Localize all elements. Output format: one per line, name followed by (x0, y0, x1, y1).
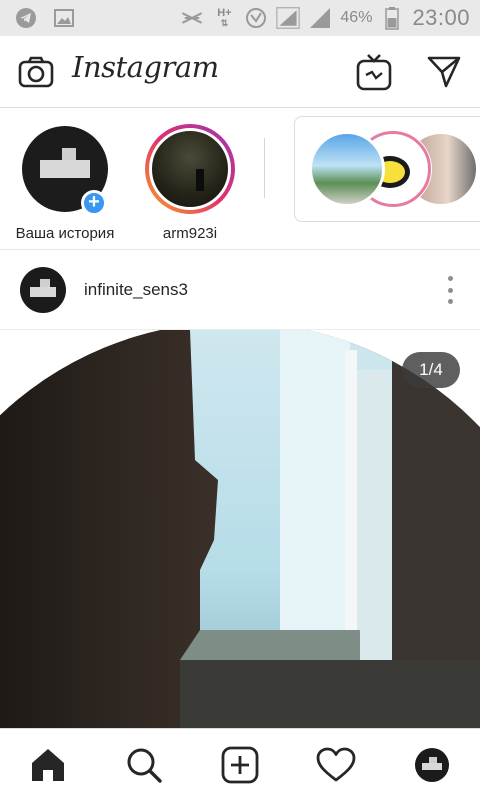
signal-icon (308, 6, 332, 30)
brand-logo: Instagram (72, 50, 219, 84)
igtv-icon[interactable] (352, 50, 396, 94)
story-label: Ваша история (15, 225, 115, 242)
battery-icon (380, 6, 404, 30)
bottom-navigation (0, 728, 480, 800)
add-post-icon[interactable] (218, 743, 262, 787)
story-arm923i[interactable]: arm923i (140, 124, 240, 242)
stories-divider (264, 138, 265, 198)
network-label: H+ (217, 7, 232, 19)
suggested-stories-card[interactable] (294, 116, 480, 222)
gallery-icon (52, 6, 76, 30)
stories-tray: + Ваша история arm923i (0, 108, 480, 250)
carousel-counter: 1/4 (402, 352, 460, 388)
more-options-icon[interactable] (444, 276, 456, 304)
camera-icon[interactable] (14, 50, 58, 94)
profile-avatar-icon[interactable] (410, 743, 454, 787)
story-your-story[interactable]: + Ваша история (15, 124, 115, 242)
post-photo[interactable]: 1/4 (0, 330, 480, 728)
story-avatar (309, 131, 385, 207)
mute-icon (180, 6, 204, 30)
status-bar: H+ ⇅ 46% 23:00 (0, 0, 480, 36)
signal-icon (276, 6, 301, 30)
add-story-icon[interactable]: + (81, 190, 107, 216)
telegram-icon (14, 6, 38, 30)
post-header: infinite_sens3 (0, 250, 480, 330)
post-author-username[interactable]: infinite_sens3 (84, 280, 188, 300)
vpn-icon (244, 6, 268, 30)
battery-percent: 46% (340, 9, 373, 26)
network-h-plus-icon: H+ ⇅ (217, 7, 232, 29)
story-label: arm923i (162, 225, 218, 242)
search-icon[interactable] (122, 743, 166, 787)
clock: 23:00 (412, 5, 470, 30)
home-icon[interactable] (26, 743, 70, 787)
app-header: Instagram (0, 36, 480, 108)
story-avatar (149, 128, 231, 210)
activity-heart-icon[interactable] (314, 743, 358, 787)
story-ring (145, 124, 235, 214)
direct-message-icon[interactable] (422, 50, 466, 94)
post-author-avatar[interactable] (20, 267, 66, 313)
post-image (0, 330, 480, 728)
